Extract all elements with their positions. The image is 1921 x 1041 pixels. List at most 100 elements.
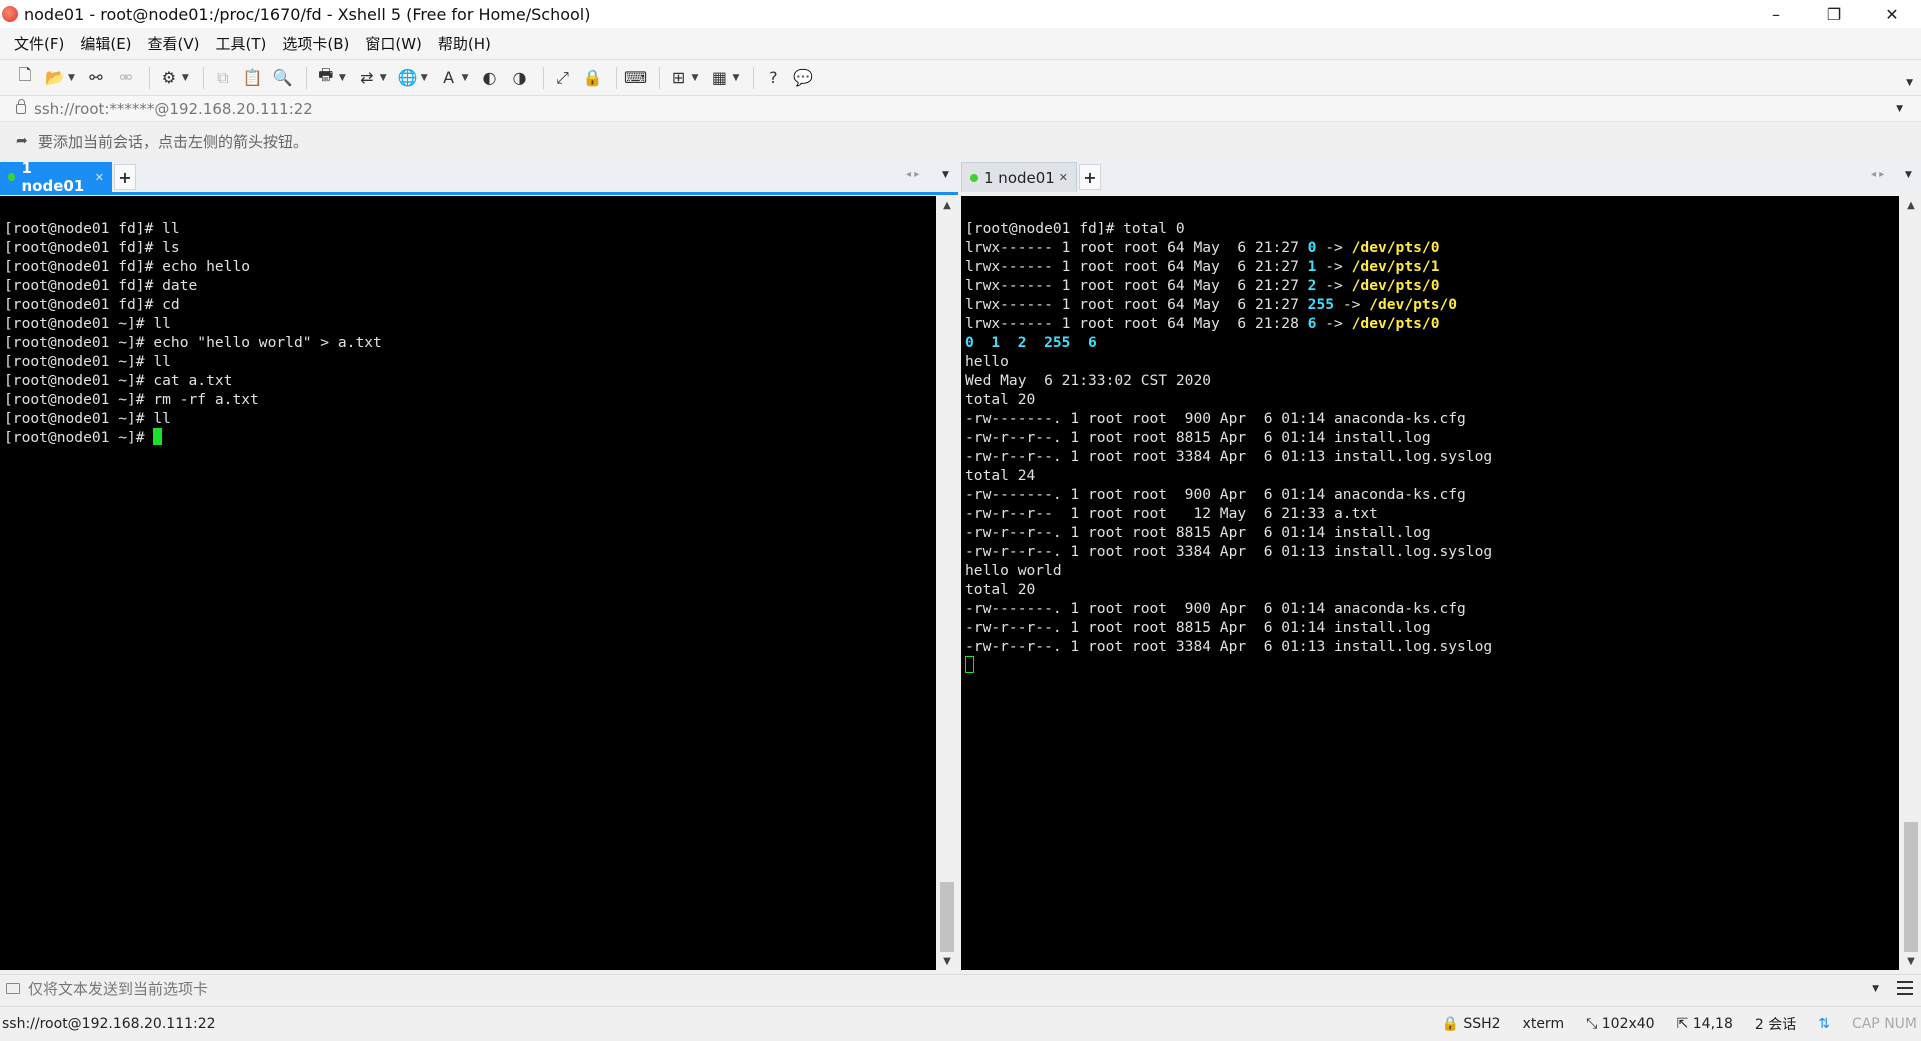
transfer-dropdown-icon[interactable]: ▼ xyxy=(380,73,387,83)
terminal-line: [root@node01 fd]# total 0 xyxy=(965,220,1185,237)
terminal-line: [root@node01 fd]# ls xyxy=(4,239,180,256)
toolbar-separator xyxy=(148,66,150,89)
link-perms: lrwx------ 1 root root 64 May 6 21:27 xyxy=(965,258,1308,275)
menu-help[interactable]: 帮助(H) xyxy=(430,33,499,54)
tab-scroll-arrows-icon[interactable]: ◂ ▸ xyxy=(1871,169,1884,180)
xmanager-icon[interactable]: ◑ xyxy=(507,65,533,91)
disconnect-icon[interactable]: ⚮ xyxy=(113,65,139,91)
tab-list-dropdown-icon[interactable]: ▼ xyxy=(942,170,949,180)
xftp-icon[interactable]: ◐ xyxy=(477,65,503,91)
open-dropdown-icon[interactable]: ▼ xyxy=(68,73,75,83)
compose-bar[interactable]: 仅将文本发送到当前选项卡 ▼ xyxy=(0,974,1921,1002)
address-bar[interactable]: ssh://root:******@192.168.20.111:22 ▼ xyxy=(0,96,1921,122)
xshell-logo-icon xyxy=(2,6,18,22)
compose-menu-icon[interactable] xyxy=(1897,981,1913,995)
copy-icon[interactable]: ⧉ xyxy=(210,65,236,91)
close-button[interactable]: ✕ xyxy=(1863,0,1921,28)
new-session-icon[interactable]: 🗋 xyxy=(12,65,38,91)
globe-icon[interactable]: 🌐 xyxy=(395,65,421,91)
terminal-left[interactable]: [root@node01 fd]# ll [root@node01 fd]# ls… xyxy=(0,196,936,970)
address-dropdown-icon[interactable]: ▼ xyxy=(1896,104,1903,114)
print-icon[interactable]: 🖶 xyxy=(313,65,339,91)
tab-node01-right[interactable]: 1 node01 ✕ xyxy=(961,162,1077,192)
scroll-down-icon[interactable]: ▼ xyxy=(1901,952,1921,970)
status-transfer-icon: ⇅ xyxy=(1818,1016,1830,1032)
toolbar-separator xyxy=(305,66,307,89)
terminal-line: -rw-r--r--. 1 root root 3384 Apr 6 01:13… xyxy=(965,638,1493,655)
session-hint-text: 要添加当前会话，点击左侧的箭头按钮。 xyxy=(38,132,309,151)
print-dropdown-icon[interactable]: ▼ xyxy=(339,73,346,83)
chat-icon[interactable]: 💬 xyxy=(790,65,816,91)
window-title: node01 - root@node01:/proc/1670/fd - Xsh… xyxy=(24,4,591,24)
font-dropdown-icon[interactable]: ▼ xyxy=(462,73,469,83)
scroll-up-icon[interactable]: ▲ xyxy=(1901,196,1921,214)
scroll-up-icon[interactable]: ▲ xyxy=(937,196,957,214)
compose-dropdown-icon[interactable]: ▼ xyxy=(1872,984,1879,994)
status-cursor-text: 14,18 xyxy=(1692,1016,1733,1032)
font-icon[interactable]: A xyxy=(436,65,462,91)
terminal-cursor xyxy=(965,656,974,673)
status-sessions: 2 会话 xyxy=(1754,1017,1797,1033)
terminal-cursor-line xyxy=(965,656,1895,675)
toolbar-overflow-icon[interactable]: ▼ xyxy=(1906,78,1913,88)
paste-icon[interactable]: 📋 xyxy=(240,65,266,91)
fullscreen-icon[interactable]: ⤢ xyxy=(550,65,576,91)
tab-close-icon[interactable]: ✕ xyxy=(95,171,104,184)
add-session-arrow-icon[interactable]: ➦ xyxy=(16,133,32,149)
terminal-line: [root@node01 ~]# ll xyxy=(4,353,171,370)
minimize-button[interactable]: – xyxy=(1747,0,1805,28)
connected-dot-icon xyxy=(970,173,978,182)
layout-dropdown-icon[interactable]: ▼ xyxy=(732,73,739,83)
terminal-cursor xyxy=(153,428,163,445)
terminal-right[interactable]: [root@node01 fd]# total 0 lrwx------ 1 ro… xyxy=(961,196,1899,970)
tab-list-dropdown-icon[interactable]: ▼ xyxy=(1905,170,1912,180)
menu-view[interactable]: 查看(V) xyxy=(140,33,208,54)
scroll-down-icon[interactable]: ▼ xyxy=(937,952,957,970)
keyboard-icon[interactable]: ⌨ xyxy=(623,65,649,91)
globe-dropdown-icon[interactable]: ▼ xyxy=(421,73,428,83)
terminal-line: [root@node01 fd]# date xyxy=(4,277,198,294)
link-perms: lrwx------ 1 root root 64 May 6 21:28 xyxy=(965,315,1308,332)
terminal-line: -rw-r--r--. 1 root root 3384 Apr 6 01:13… xyxy=(965,543,1493,560)
title-bar: node01 - root@node01:/proc/1670/fd - Xsh… xyxy=(0,0,1921,28)
menu-tabs[interactable]: 选项卡(B) xyxy=(274,33,357,54)
link-arrow: -> xyxy=(1316,277,1352,294)
open-folder-icon[interactable]: 📂 xyxy=(42,65,68,91)
terminal-line: -rw-------. 1 root root 900 Apr 6 01:14 … xyxy=(965,486,1466,503)
menu-file[interactable]: 文件(F) xyxy=(6,33,72,54)
properties-icon[interactable]: ⚙ xyxy=(156,65,182,91)
tab-close-icon[interactable]: ✕ xyxy=(1059,171,1068,184)
lock-icon[interactable]: 🔒 xyxy=(580,65,606,91)
add-tab-button[interactable]: + xyxy=(1079,164,1101,190)
terminal-line: [root@node01 ~]# ll xyxy=(4,315,171,332)
status-protocol-text: SSH2 xyxy=(1463,1016,1501,1032)
properties-dropdown-icon[interactable]: ▼ xyxy=(182,73,189,83)
terminal-link-line: lrwx------ 1 root root 64 May 6 21:27 1 … xyxy=(965,257,1895,276)
right-scrollbar[interactable]: ▲ ▼ xyxy=(1901,196,1921,970)
terminal-prompt-line: [root@node01 ~]# xyxy=(4,428,932,447)
menu-tools[interactable]: 工具(T) xyxy=(208,33,275,54)
left-scrollbar[interactable]: ▲ ▼ xyxy=(937,196,957,970)
tab-node01-left[interactable]: 1 node01 ✕ xyxy=(0,159,112,195)
reconnect-icon[interactable]: ⚯ xyxy=(83,65,109,91)
layout-icon[interactable]: ▦ xyxy=(706,65,732,91)
new-tab-icon[interactable]: ⊞ xyxy=(666,65,692,91)
tab-scroll-arrows-icon[interactable]: ◂ ▸ xyxy=(906,169,919,180)
scrollbar-thumb[interactable] xyxy=(1904,822,1918,952)
find-icon[interactable]: 🔍 xyxy=(270,65,296,91)
help-icon[interactable]: ? xyxy=(760,65,786,91)
terminal-line: -rw-r--r--. 1 root root 8815 Apr 6 01:14… xyxy=(965,619,1431,636)
add-tab-button[interactable]: + xyxy=(114,164,136,190)
link-arrow: -> xyxy=(1316,258,1352,275)
toolbar-separator xyxy=(615,66,617,89)
menu-edit[interactable]: 编辑(E) xyxy=(72,33,139,54)
menu-window[interactable]: 窗口(W) xyxy=(357,33,430,54)
terminal-line: total 24 xyxy=(965,467,1036,484)
status-size-text: 102x40 xyxy=(1601,1016,1655,1032)
link-target: /dev/pts/0 xyxy=(1369,296,1458,313)
status-term: xterm xyxy=(1522,1016,1565,1032)
transfer-icon[interactable]: ⇄ xyxy=(354,65,380,91)
maximize-button[interactable]: ❐ xyxy=(1805,0,1863,28)
scrollbar-thumb[interactable] xyxy=(940,882,954,952)
new-tab-dropdown-icon[interactable]: ▼ xyxy=(692,73,699,83)
